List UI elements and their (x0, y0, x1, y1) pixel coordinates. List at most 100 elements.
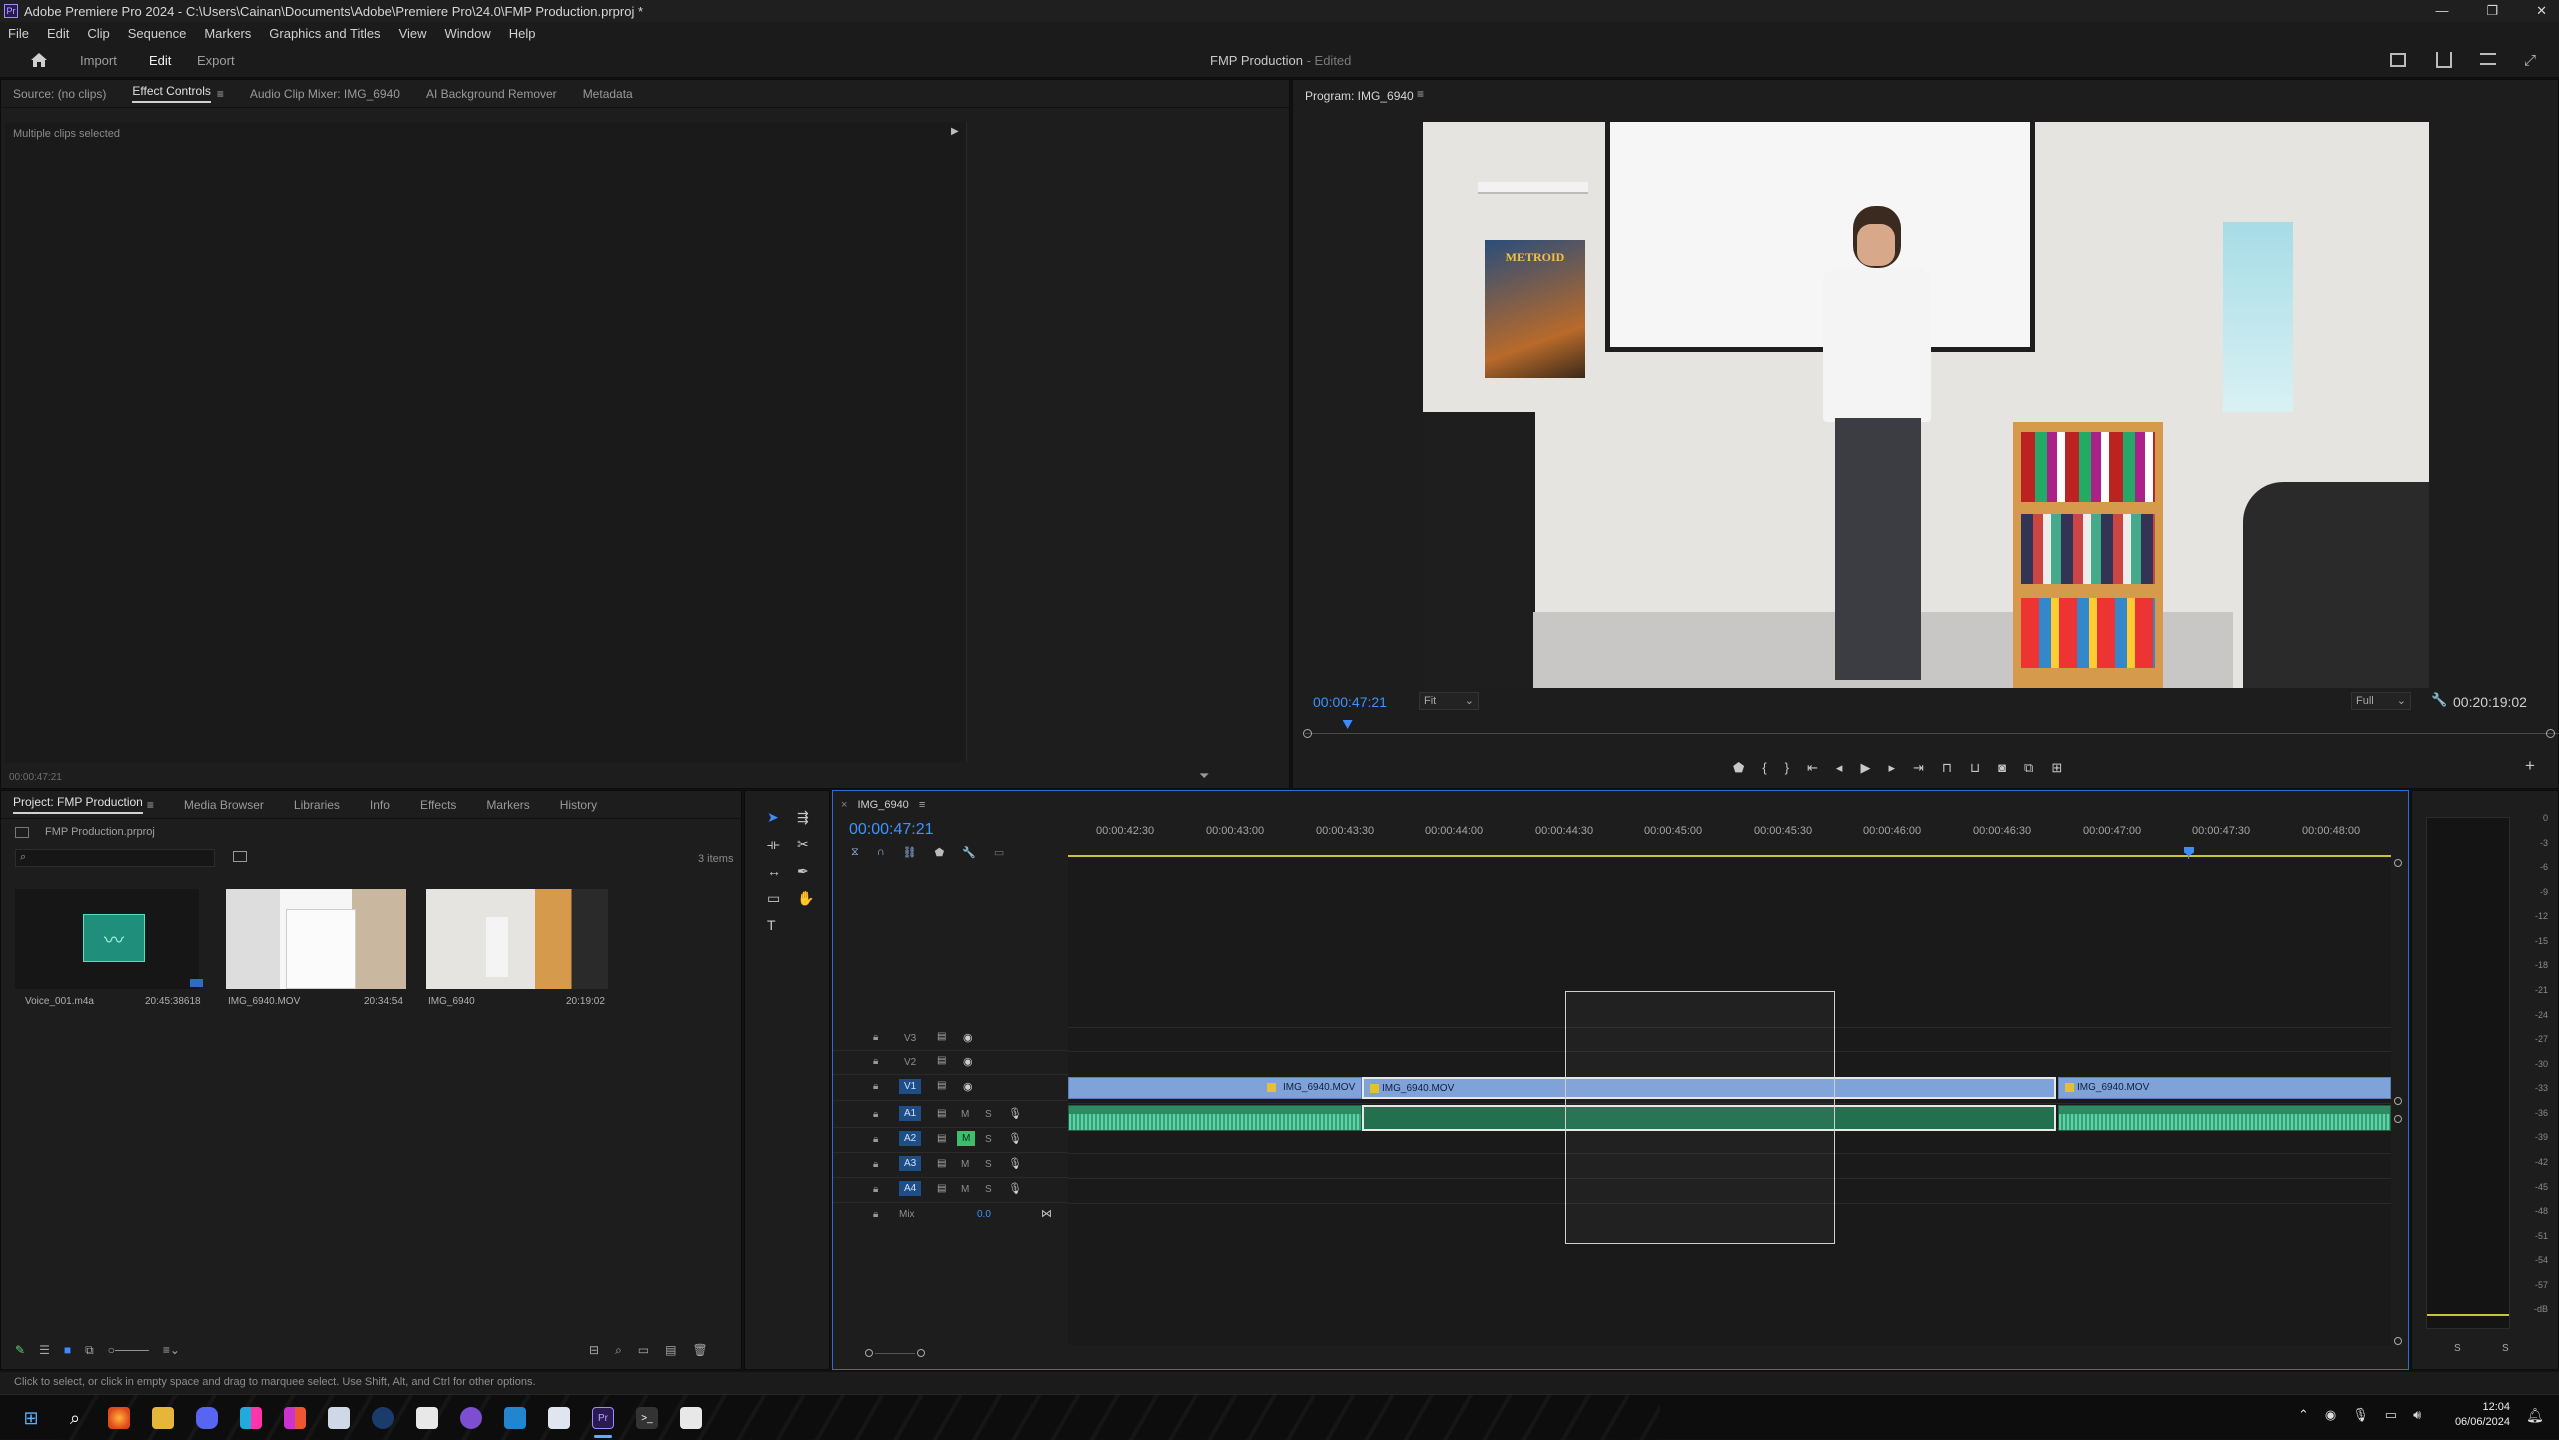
menu-help[interactable]: Help (509, 26, 536, 41)
sync-lock-icon[interactable]: ▤ (937, 1055, 946, 1066)
go-to-out-icon[interactable]: ⇥ (1913, 760, 1924, 776)
track-area[interactable]: IMG_6940.MOV IMG_6940.MOV IMG_6940.MOV (1068, 859, 2391, 1345)
track-label[interactable]: V3 (904, 1033, 916, 1044)
hand-tool-icon[interactable]: ✋ (797, 890, 823, 907)
mic-tray-icon[interactable]: 🎙 (2352, 1407, 2369, 1423)
audio-clip[interactable] (1068, 1105, 1362, 1131)
chrome-tray-icon[interactable]: ◉ (2325, 1407, 2336, 1423)
expand-arrow-icon[interactable]: ▶ (951, 126, 959, 137)
solo-button[interactable]: S (985, 1184, 992, 1195)
minimize-button[interactable]: — (2435, 3, 2448, 19)
track-label[interactable]: A2 (899, 1131, 922, 1146)
selection-tool-icon[interactable]: ➤ (767, 809, 793, 826)
sync-lock-icon[interactable]: ▤ (937, 1108, 946, 1119)
video-frame[interactable]: METROID (1423, 122, 2429, 688)
file-explorer-icon[interactable] (152, 1407, 174, 1429)
workspace-tab-edit[interactable]: Edit (149, 53, 171, 68)
pencil-icon[interactable]: ✎ (15, 1343, 25, 1358)
tab-project[interactable]: Project: FMP Production (13, 795, 143, 814)
project-item-video[interactable]: IMG_6940.MOV 20:34:54 (226, 889, 412, 1009)
rectangle-tool-icon[interactable]: ▭ (767, 890, 793, 907)
scrub-end-handle[interactable] (2546, 729, 2555, 738)
fullscreen-icon[interactable]: ⤢ (2524, 52, 2540, 69)
microphone-icon[interactable]: 🎙 (1008, 1182, 1022, 1195)
discord-icon[interactable] (196, 1407, 218, 1429)
eye-icon[interactable]: ◉ (963, 1055, 973, 1068)
mix-value[interactable]: 0.0 (977, 1209, 991, 1220)
proxy-toggle-icon[interactable]: ⊞ (2051, 760, 2062, 776)
track-label[interactable]: V1 (899, 1079, 922, 1094)
menu-markers[interactable]: Markers (204, 26, 251, 41)
tab-history[interactable]: History (560, 798, 597, 812)
type-tool-icon[interactable]: T (767, 917, 793, 933)
workspaces-menu-icon[interactable] (2480, 53, 2496, 65)
new-bin-icon[interactable]: ▭ (638, 1343, 649, 1358)
sync-lock-icon[interactable]: ▤ (937, 1183, 946, 1194)
scrub-start-handle[interactable] (1303, 729, 1312, 738)
search-icon[interactable]: ⌕ (64, 1407, 86, 1429)
maximize-button[interactable]: ❐ (2486, 3, 2498, 19)
captions-icon[interactable]: ▭ (994, 846, 1004, 859)
program-menu-icon[interactable]: ≡ (1417, 87, 1424, 101)
lock-icon[interactable]: 🔒︎ (873, 1184, 878, 1195)
lock-icon[interactable]: 🔒︎ (873, 1134, 878, 1145)
app-b-icon[interactable] (284, 1407, 306, 1429)
add-marker-icon[interactable]: ⬟ (1733, 760, 1744, 776)
add-button-icon[interactable]: + (2525, 756, 2535, 776)
excel-icon[interactable] (680, 1407, 702, 1429)
icon-view-icon[interactable]: ■ (64, 1343, 71, 1358)
premiere-taskbar-icon[interactable]: Pr (592, 1407, 614, 1429)
new-search-bin-icon[interactable] (233, 851, 247, 862)
tab-effects[interactable]: Effects (420, 798, 456, 812)
tab-audio-clip-mixer[interactable]: Audio Clip Mixer: IMG_6940 (250, 87, 400, 101)
new-item-icon[interactable]: ▤ (665, 1343, 676, 1358)
list-view-icon[interactable]: ☰ (39, 1343, 50, 1358)
go-to-in-icon[interactable]: ⇤ (1807, 760, 1818, 776)
microphone-icon[interactable]: 🎙 (1008, 1132, 1022, 1145)
sequence-menu-icon[interactable]: ≡ (919, 799, 925, 811)
slip-tool-icon[interactable]: ↔ (767, 863, 793, 880)
tab-libraries[interactable]: Libraries (294, 798, 340, 812)
lift-icon[interactable]: ⊓ (1942, 760, 1952, 776)
comparison-view-icon[interactable]: ⧉ (2024, 760, 2033, 776)
linked-selection-icon[interactable]: ⛓ (903, 846, 917, 859)
tab-markers[interactable]: Markers (486, 798, 529, 812)
pen-tool-icon[interactable]: ✒ (797, 863, 823, 880)
freeform-view-icon[interactable]: ⧉ (85, 1343, 94, 1358)
mute-button[interactable]: M (957, 1131, 976, 1146)
share-icon[interactable] (2436, 52, 2452, 68)
menu-sequence[interactable]: Sequence (128, 26, 187, 41)
lock-icon[interactable]: 🔒︎ (873, 1209, 878, 1220)
home-icon[interactable] (30, 52, 48, 68)
mark-out-icon[interactable]: } (1785, 760, 1789, 776)
nest-icon[interactable]: ⧖ (851, 846, 859, 859)
program-scrub-bar[interactable] (1303, 720, 2559, 740)
track-select-tool-icon[interactable]: ⇶ (797, 809, 823, 826)
sync-lock-icon[interactable]: ▤ (937, 1080, 946, 1091)
tray-chevron-icon[interactable]: ⌃ (2298, 1407, 2309, 1423)
menu-window[interactable]: Window (445, 26, 491, 41)
sync-lock-icon[interactable]: ▤ (937, 1133, 946, 1144)
vscode-icon[interactable] (504, 1407, 526, 1429)
firefox-icon[interactable] (108, 1407, 130, 1429)
audio-clip[interactable] (2058, 1105, 2391, 1131)
eye-icon[interactable]: ◉ (963, 1031, 973, 1044)
lock-icon[interactable]: 🔒︎ (873, 1056, 878, 1067)
close-button[interactable]: ✕ (2536, 3, 2547, 19)
tab-media-browser[interactable]: Media Browser (184, 798, 264, 812)
lock-icon[interactable]: 🔒︎ (873, 1159, 878, 1170)
mark-in-icon[interactable]: { (1762, 760, 1766, 776)
mute-button[interactable]: M (961, 1159, 969, 1170)
program-current-timecode[interactable]: 00:00:47:21 (1313, 694, 1387, 710)
track-label[interactable]: A1 (899, 1106, 922, 1121)
play-icon[interactable]: ▶ (1860, 760, 1870, 776)
zoom-slider[interactable]: ○──── (108, 1343, 149, 1358)
meter-solo-left[interactable]: S (2454, 1343, 2461, 1354)
timeline-vertical-scrollbar[interactable] (2393, 859, 2403, 1345)
tab-info[interactable]: Info (370, 798, 390, 812)
snap-icon[interactable]: ∩ (877, 846, 885, 859)
resolution-dropdown[interactable]: Full ⌄ (2351, 692, 2411, 710)
project-item-audio[interactable]: 〰 Voice_001.m4a 20:45:38618 (15, 889, 203, 1009)
step-forward-icon[interactable]: ▸ (1888, 760, 1895, 776)
fit-dropdown[interactable]: Fit ⌄ (1419, 692, 1479, 710)
